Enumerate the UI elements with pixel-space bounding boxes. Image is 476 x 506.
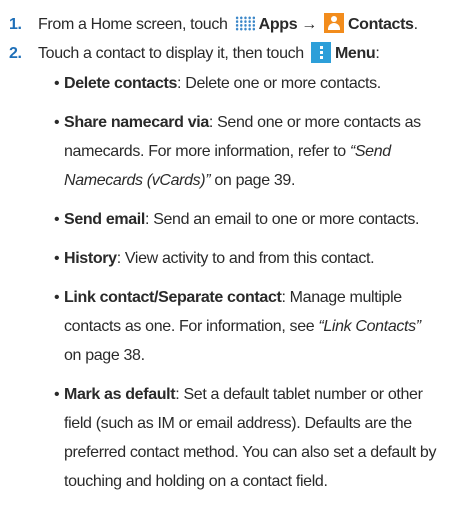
step-number: 2. — [9, 45, 22, 62]
step-text: From a Home screen, touch Apps → Contacts. — [38, 10, 418, 39]
cross-reference: “Send — [349, 143, 391, 160]
option-description: contacts as one. For information, see — [64, 318, 315, 335]
list-item: Send email: Send an email to one or more… — [54, 205, 472, 234]
list-item: Mark as default: Set a default tablet nu… — [54, 380, 472, 496]
option-term: Link contact/Separate contact — [64, 289, 282, 306]
step-instruction: From a Home screen, touch — [38, 16, 228, 33]
option-description: on page 38. — [64, 347, 145, 364]
option-term: History — [64, 250, 117, 267]
option-description: field (such as IM or email address). Def… — [64, 415, 412, 432]
option-term: Delete contacts — [64, 75, 178, 92]
step-text: Touch a contact to display it, then touc… — [38, 39, 380, 68]
menu-options-list: Delete contacts: Delete one or more cont… — [54, 69, 472, 506]
menu-label: Menu — [334, 45, 376, 62]
list-item: History: View activity to and from this … — [54, 244, 472, 273]
option-description: preferred contact method. You can also s… — [64, 444, 437, 461]
menu-icon — [310, 42, 331, 63]
option-description: Delete one or more contacts. — [185, 75, 381, 92]
option-term: Send email — [64, 211, 145, 228]
step-end-punct: : — [375, 45, 380, 62]
list-item: Delete contacts: Delete one or more cont… — [54, 69, 472, 98]
list-item: Link contact/Separate contact: Manage mu… — [54, 283, 472, 370]
option-term: Share namecard via — [64, 114, 209, 131]
option-description: namecards. For more information, refer t… — [64, 143, 346, 160]
apps-grid-icon — [234, 16, 256, 31]
document-page: 1. From a Home screen, touch Apps → Contac… — [0, 0, 476, 490]
contacts-label: Contacts — [347, 16, 414, 33]
step-number: 1. — [9, 16, 22, 33]
option-description: Manage multiple — [289, 289, 403, 306]
option-description: on page 39. — [214, 172, 296, 189]
option-description: touching and holding on a contact field. — [64, 473, 328, 490]
contacts-icon — [323, 13, 344, 33]
step-end-punct: . — [413, 16, 418, 33]
option-description: Set a default tablet number or other — [183, 386, 423, 403]
list-item: Share namecard via: Send one or more con… — [54, 108, 472, 195]
option-description: View activity to and from this contact. — [124, 250, 375, 267]
cross-reference: “Link Contacts” — [318, 318, 421, 335]
step-instruction: Touch a contact to display it, then touc… — [38, 45, 304, 62]
option-term: Mark as default — [64, 386, 176, 403]
apps-label: Apps — [258, 16, 298, 33]
cross-reference: Namecards (vCards)” — [64, 172, 211, 189]
option-description: Send an email to one or more contacts. — [153, 211, 420, 228]
arrow-icon: → — [301, 16, 317, 33]
option-description: Send one or more contacts as — [217, 114, 421, 131]
